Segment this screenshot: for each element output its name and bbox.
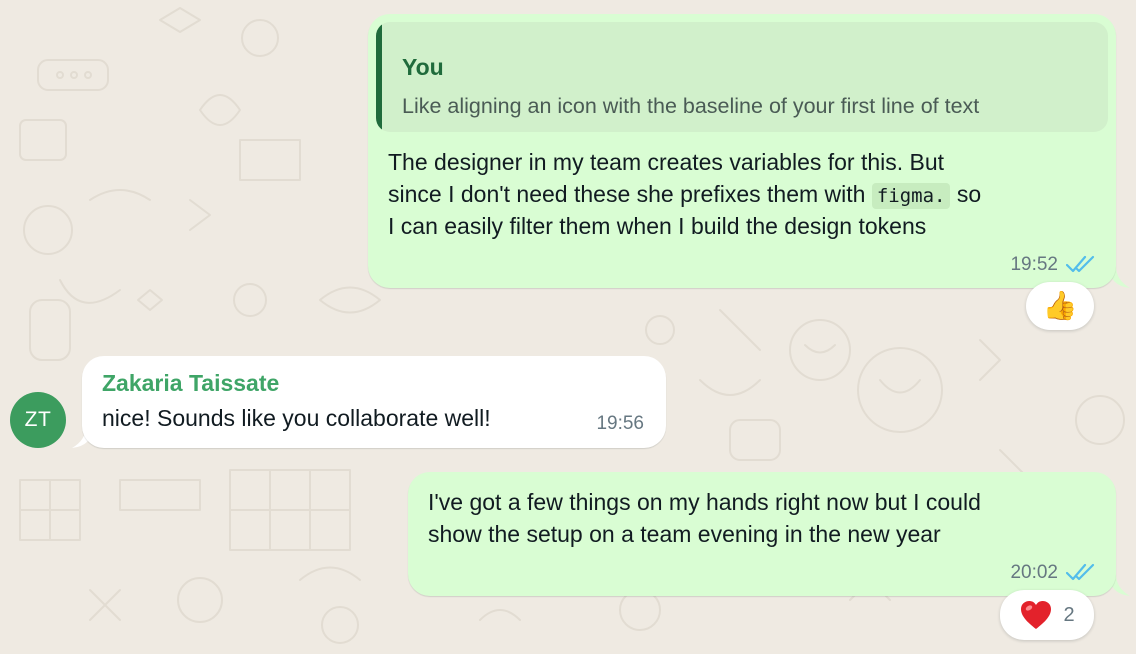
message-text-line: since I don't need these she prefixes th… <box>388 178 981 212</box>
message-text-segment: since I don't need these she prefixes th… <box>388 181 866 207</box>
message-time: 19:52 <box>1010 253 1058 275</box>
message-text-line: nice! Sounds like you collaborate well! <box>102 405 491 431</box>
red-heart-icon <box>1021 601 1052 629</box>
message-text-line: show the setup on a team evening in the … <box>428 521 941 547</box>
reaction-pill[interactable]: 2 <box>1000 590 1094 640</box>
quoted-text: Like aligning an icon with the baseline … <box>402 94 980 118</box>
reaction-count: 2 <box>1063 604 1075 626</box>
message-text-line: The designer in my team creates variable… <box>388 149 945 175</box>
message-text-line: I've got a few things on my hands right … <box>428 489 981 515</box>
double-check-icon <box>1066 255 1095 273</box>
reaction-pill[interactable]: 👍 <box>1026 282 1094 330</box>
message-bubble-incoming[interactable]: Zakaria Taissate nice! Sounds like you c… <box>82 356 666 448</box>
message-text-line: I can easily filter them when I build th… <box>388 213 927 239</box>
sender-name[interactable]: Zakaria Taissate <box>102 372 279 395</box>
double-check-icon <box>1066 563 1095 581</box>
message-time: 20:02 <box>1010 561 1058 583</box>
message-meta: 20:02 <box>1010 562 1096 582</box>
message-meta: 19:56 <box>596 414 644 433</box>
quoted-author: You <box>402 54 444 80</box>
message-bubble-outgoing[interactable]: You Like aligning an icon with the basel… <box>368 14 1116 288</box>
thumbs-up-icon: 👍 <box>1042 290 1078 321</box>
quote-accent-bar <box>376 22 382 132</box>
message-time: 19:56 <box>596 413 644 434</box>
inline-code: figma. <box>871 183 951 209</box>
quoted-message[interactable]: You Like aligning an icon with the basel… <box>376 22 1108 132</box>
message-bubble-outgoing[interactable]: I've got a few things on my hands right … <box>408 472 1116 596</box>
message-meta: 19:52 <box>1010 254 1096 274</box>
avatar[interactable]: ZT <box>10 392 66 448</box>
message-text-segment: so <box>956 181 982 207</box>
